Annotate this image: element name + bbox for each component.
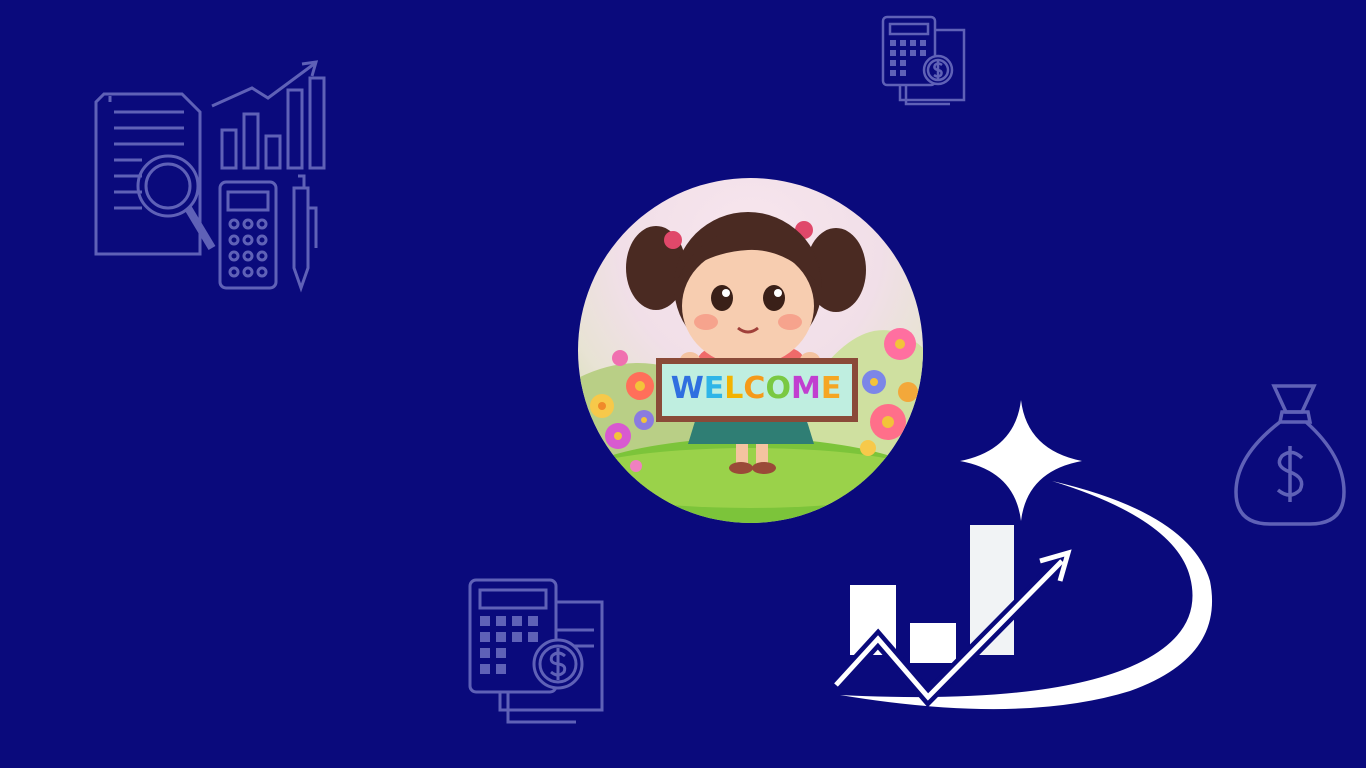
calculator-invoice-icon xyxy=(466,576,608,726)
report-analysis-icon xyxy=(92,58,332,298)
growth-chart-sparkle-icon xyxy=(830,395,1220,720)
money-bag-icon xyxy=(1230,382,1350,530)
welcome-sign-text: WELCOME xyxy=(670,370,842,406)
calculator-invoice-icon xyxy=(880,14,968,106)
